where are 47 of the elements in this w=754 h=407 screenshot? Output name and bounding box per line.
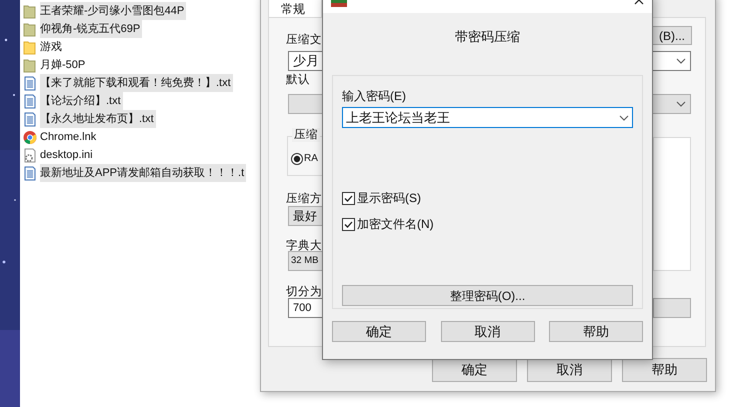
file-item[interactable]: 【论坛介绍】.txt [40, 92, 123, 110]
combo-box[interactable] [653, 298, 691, 318]
browser-icon [23, 130, 37, 144]
dialog-button[interactable]: 帮助 [549, 321, 643, 342]
field-label: 压缩文 [286, 33, 322, 47]
dialog-button[interactable]: 帮助 [622, 358, 707, 382]
file-item[interactable]: Chrome.lnk [40, 128, 98, 146]
organize-passwords-button[interactable]: 整理密码(O)... [342, 285, 633, 306]
document-icon [23, 112, 37, 126]
checkbox-label[interactable]: 加密文件名(N) [357, 215, 434, 233]
document-icon [23, 166, 37, 180]
document-icon [23, 76, 37, 90]
chevron-down-icon [676, 58, 686, 64]
field-label: 切分为 [286, 285, 322, 299]
dialog-button[interactable]: 确定 [432, 358, 517, 382]
file-item[interactable]: 最新地址及APP请发邮箱自动获取！！！.t [40, 164, 246, 182]
dialog-button[interactable]: 确定 [332, 321, 426, 342]
dialog-heading: 带密码压缩 [454, 28, 521, 45]
field-label: 字典大 [286, 239, 322, 253]
folder-icon [23, 58, 37, 72]
document-icon [23, 94, 37, 108]
file-item[interactable]: 王者荣耀-少司缘小雪图包44P [40, 2, 186, 20]
folder-icon [23, 4, 37, 18]
field-label: 输入密码(E) [342, 88, 406, 105]
password-field[interactable]: 上老王论坛当老王 [342, 107, 633, 128]
dialog-button[interactable]: 取消 [440, 321, 534, 342]
chevron-down-icon [619, 114, 629, 120]
group-label: 压缩 [292, 128, 320, 142]
dialog-button[interactable]: 取消 [527, 358, 612, 382]
checkbox-label[interactable]: 显示密码(S) [357, 189, 421, 207]
field-label: 压缩方 [286, 192, 322, 206]
file-item[interactable]: 【来了就能下载和观看！纯免费！】.txt [40, 74, 233, 92]
file-item[interactable]: desktop.ini [40, 146, 95, 164]
file-item[interactable]: 月婵-50P [40, 56, 88, 74]
folder-icon [23, 22, 37, 36]
checkbox[interactable] [342, 218, 355, 230]
file-item[interactable]: 仰视角-锐克五代69P [40, 20, 142, 38]
chevron-down-icon [676, 101, 686, 107]
radio-label[interactable]: RA [304, 151, 318, 166]
settings-file-icon [23, 148, 37, 162]
file-item[interactable]: 【永久地址发布页】.txt [40, 110, 156, 128]
file-item[interactable]: 游戏 [40, 38, 64, 56]
folder-icon [23, 40, 37, 54]
radio-button[interactable] [291, 152, 303, 164]
field-label: 默认 [286, 73, 310, 87]
tab[interactable]: 常规 [268, 0, 322, 17]
checkbox[interactable] [342, 192, 355, 204]
